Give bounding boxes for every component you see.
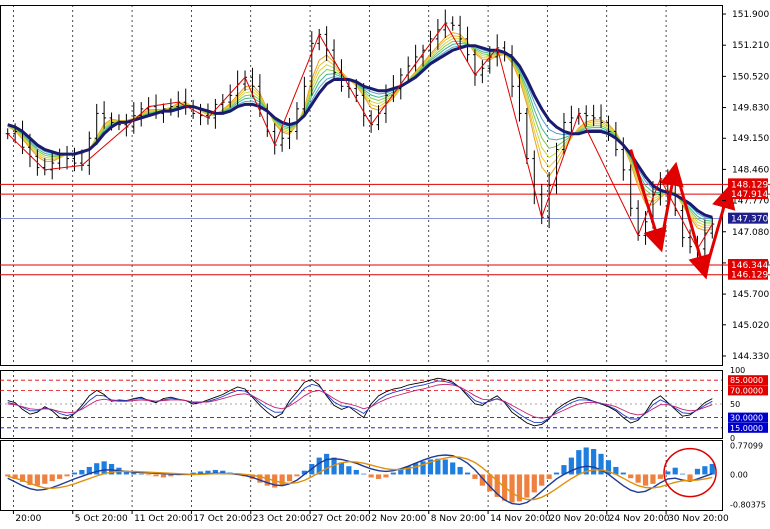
forex-chart-window[interactable]: 144.330145.020145.700146.390147.080147.7… xyxy=(0,0,770,525)
macd-histogram-bar xyxy=(94,463,100,475)
chart-canvas[interactable]: 144.330145.020145.700146.390147.080147.7… xyxy=(0,0,770,525)
macd-histogram-bar xyxy=(420,461,426,475)
macd-histogram-bar xyxy=(79,469,85,475)
oscillator-tick-label: 50 xyxy=(730,400,740,409)
macd-histogram-bar xyxy=(665,471,671,475)
oscillator-level-label: 15.0000 xyxy=(730,424,763,433)
macd-histogram-bar xyxy=(153,474,159,477)
macd-histogram-bar xyxy=(457,466,463,475)
macd-histogram-bar xyxy=(650,474,656,484)
macd-histogram-bar xyxy=(49,474,55,482)
price-tick-label: 151.210 xyxy=(732,41,769,51)
macd-histogram-bar xyxy=(539,474,545,486)
macd-histogram-bar xyxy=(160,474,167,478)
time-tick-label: 14 Nov 20:00 xyxy=(490,514,551,524)
macd-histogram-bar xyxy=(472,474,478,479)
oscillator-level-label: 30.0000 xyxy=(730,414,763,423)
macd-histogram-bar xyxy=(286,474,293,482)
macd-histogram-bar xyxy=(524,474,530,498)
time-tick-label: 23 Oct 20:00 xyxy=(253,514,312,524)
macd-histogram-bar xyxy=(383,474,389,478)
macd-histogram-bar xyxy=(324,453,330,475)
macd-histogram-bar xyxy=(657,474,663,479)
macd-histogram-bar xyxy=(642,474,649,486)
oscillator-level-label: 70.0000 xyxy=(730,386,763,395)
time-tick-label: 2 Nov 20:00 xyxy=(371,514,426,524)
macd-histogram-bar xyxy=(5,474,11,477)
time-tick-label: 24 Nov 20:00 xyxy=(609,514,670,524)
macd-histogram-bar xyxy=(413,463,419,475)
price-tick-label: 151.900 xyxy=(732,10,769,20)
macd-histogram-bar xyxy=(64,474,70,477)
time-tick-label: 30 Nov 20:00 xyxy=(668,514,729,524)
oscillator-tick-label: 100 xyxy=(730,366,745,375)
macd-histogram-bar xyxy=(390,472,396,475)
price-tick-label: 149.150 xyxy=(732,134,769,144)
macd-tick-label: 0.00 xyxy=(730,470,748,479)
chart-background xyxy=(0,0,770,525)
price-tick-label: 144.330 xyxy=(732,352,769,362)
macd-histogram-bar xyxy=(546,474,552,479)
macd-histogram-bar xyxy=(694,468,701,475)
macd-histogram-bar xyxy=(57,474,63,479)
macd-histogram-bar xyxy=(101,461,107,475)
macd-histogram-bar xyxy=(71,472,78,475)
macd-histogram-bar xyxy=(42,474,48,484)
macd-histogram-bar xyxy=(368,474,374,478)
macd-histogram-bar xyxy=(34,474,40,486)
macd-histogram-bar xyxy=(635,474,641,483)
time-tick-label: 8 Nov 20:00 xyxy=(431,514,486,524)
price-tick-label: 145.020 xyxy=(732,321,769,331)
price-tick-label: 149.830 xyxy=(732,104,769,114)
macd-histogram-bar xyxy=(294,474,300,477)
macd-histogram-bar xyxy=(353,469,359,475)
price-tick-label: 150.520 xyxy=(732,72,769,82)
support-low-label: 146.129 xyxy=(731,271,768,281)
macd-histogram-bar xyxy=(464,472,471,475)
time-tick-label: 11 Oct 20:00 xyxy=(134,514,193,524)
macd-histogram-bar xyxy=(576,450,582,475)
resistance-low-label: 147.914 xyxy=(731,190,768,200)
macd-histogram-bar xyxy=(264,474,270,486)
macd-histogram-bar xyxy=(680,473,686,475)
time-tick-label: 17 Oct 20:00 xyxy=(193,514,252,524)
price-tick-label: 148.460 xyxy=(732,165,769,175)
price-tick-label: 145.700 xyxy=(732,290,769,300)
macd-histogram-bar xyxy=(146,474,152,476)
time-tick-label: 20:00 xyxy=(15,514,41,524)
macd-histogram-bar xyxy=(702,466,708,475)
macd-histogram-bar xyxy=(687,474,693,481)
macd-histogram-bar xyxy=(509,474,515,503)
macd-histogram-bar xyxy=(442,459,448,475)
macd-tick-label: -0.80375 xyxy=(730,501,766,510)
macd-histogram-bar xyxy=(672,467,678,475)
price-tick-label: 147.080 xyxy=(732,228,769,238)
macd-histogram-bar xyxy=(620,472,626,475)
macd-histogram-bar xyxy=(450,462,456,475)
time-tick-label: 27 Oct 20:00 xyxy=(312,514,371,524)
macd-histogram-bar xyxy=(346,466,352,475)
macd-tick-label: 0.77099 xyxy=(730,442,763,451)
macd-histogram-bar xyxy=(361,473,367,475)
macd-histogram-bar xyxy=(709,463,715,475)
oscillator-level-label: 85.0000 xyxy=(730,376,763,385)
macd-histogram-bar xyxy=(138,473,144,475)
time-tick-label: 20 Nov 20:00 xyxy=(549,514,610,524)
macd-histogram-bar xyxy=(628,474,634,479)
macd-histogram-bar xyxy=(531,474,537,493)
macd-histogram-bar xyxy=(338,462,345,475)
time-tick-label: 5 Oct 20:00 xyxy=(75,514,128,524)
current-price-label: 147.370 xyxy=(731,215,768,225)
macd-histogram-bar xyxy=(279,474,285,486)
macd-histogram-bar xyxy=(375,474,382,479)
macd-histogram-bar xyxy=(553,472,560,475)
